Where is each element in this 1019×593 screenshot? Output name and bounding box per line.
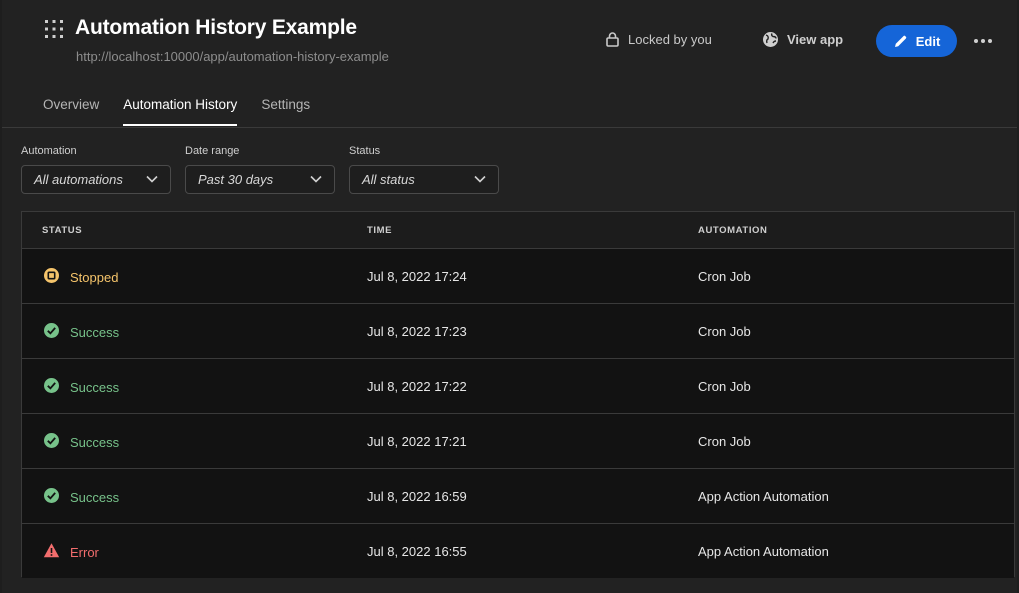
- table-row[interactable]: Success Jul 8, 2022 17:22 Cron Job: [22, 359, 1014, 414]
- automation-cell: App Action Automation: [698, 489, 829, 504]
- check-circle-icon: [43, 432, 60, 452]
- status-filter-label: Status: [349, 145, 381, 157]
- check-circle-icon: [43, 487, 60, 507]
- stop-circle-icon: [43, 267, 60, 287]
- column-header-status[interactable]: STATUS: [42, 225, 82, 236]
- automation-cell: Cron Job: [698, 379, 751, 394]
- table-row[interactable]: Error Jul 8, 2022 16:55 App Action Autom…: [22, 524, 1014, 578]
- status-cell: Success: [43, 322, 119, 342]
- automation-select[interactable]: All automations: [21, 165, 171, 194]
- grid-icon[interactable]: [44, 19, 64, 39]
- pencil-icon: [894, 35, 906, 47]
- status-select[interactable]: All status: [349, 165, 499, 194]
- status-cell: Success: [43, 377, 119, 397]
- date-range-filter-label: Date range: [185, 145, 240, 157]
- tab-divider: [2, 127, 1017, 128]
- table-row[interactable]: Success Jul 8, 2022 17:21 Cron Job: [22, 414, 1014, 469]
- globe-icon: [763, 32, 778, 47]
- automation-cell: Cron Job: [698, 324, 751, 339]
- status-text: Error: [70, 544, 99, 560]
- edit-button[interactable]: Edit: [876, 25, 957, 57]
- lock-icon: [606, 32, 619, 47]
- chevron-down-icon: [146, 175, 158, 183]
- view-app-button[interactable]: View app: [762, 31, 843, 48]
- table-body: Stopped Jul 8, 2022 17:24 Cron Job Succe…: [22, 249, 1014, 578]
- app-title: Automation History Example: [75, 16, 357, 39]
- time-cell: Jul 8, 2022 16:55: [367, 544, 467, 559]
- column-header-automation[interactable]: AUTOMATION: [698, 225, 768, 236]
- view-app-label: View app: [787, 32, 844, 47]
- tab-overview[interactable]: Overview: [43, 97, 99, 126]
- date-range-select-value: Past 30 days: [198, 172, 274, 187]
- check-circle-icon: [43, 377, 60, 397]
- tab-bar: Overview Automation History Settings: [43, 97, 310, 126]
- table-row[interactable]: Success Jul 8, 2022 16:59 App Action Aut…: [22, 469, 1014, 524]
- column-header-time[interactable]: TIME: [367, 225, 392, 236]
- check-circle-icon: [43, 322, 60, 342]
- time-cell: Jul 8, 2022 17:24: [367, 269, 467, 284]
- status-text: Success: [70, 489, 120, 505]
- automation-cell: Cron Job: [698, 269, 751, 284]
- tab-settings[interactable]: Settings: [261, 97, 310, 126]
- status-cell: Success: [43, 432, 119, 452]
- status-cell: Success: [43, 487, 119, 507]
- time-cell: Jul 8, 2022 16:59: [367, 489, 467, 504]
- table-header: STATUS TIME AUTOMATION: [22, 212, 1014, 249]
- automation-select-value: All automations: [34, 172, 123, 187]
- app-url: http://localhost:10000/app/automation-hi…: [76, 49, 389, 64]
- automation-cell: App Action Automation: [698, 544, 829, 559]
- automation-history-table: STATUS TIME AUTOMATION Stopped Jul 8, 20…: [21, 211, 1015, 578]
- automation-filter-label: Automation: [21, 145, 77, 157]
- edit-label: Edit: [915, 33, 941, 49]
- locked-text: Locked by you: [628, 32, 712, 47]
- warning-triangle-icon: [43, 542, 60, 562]
- status-cell: Stopped: [43, 267, 118, 287]
- chevron-down-icon: [310, 175, 322, 183]
- tab-automation-history[interactable]: Automation History: [123, 97, 238, 126]
- table-row[interactable]: Success Jul 8, 2022 17:23 Cron Job: [22, 304, 1014, 359]
- status-text: Success: [70, 434, 120, 450]
- status-text: Success: [70, 379, 120, 395]
- locked-status: Locked by you: [606, 32, 712, 47]
- status-text: Success: [70, 324, 120, 340]
- time-cell: Jul 8, 2022 17:23: [367, 324, 467, 339]
- status-select-value: All status: [362, 172, 415, 187]
- status-text: Stopped: [70, 269, 119, 285]
- more-options-icon[interactable]: [972, 34, 994, 48]
- date-range-select[interactable]: Past 30 days: [185, 165, 335, 194]
- time-cell: Jul 8, 2022 17:21: [367, 434, 467, 449]
- chevron-down-icon: [474, 175, 486, 183]
- status-cell: Error: [43, 542, 99, 562]
- table-row[interactable]: Stopped Jul 8, 2022 17:24 Cron Job: [22, 249, 1014, 304]
- time-cell: Jul 8, 2022 17:22: [367, 379, 467, 394]
- automation-cell: Cron Job: [698, 434, 751, 449]
